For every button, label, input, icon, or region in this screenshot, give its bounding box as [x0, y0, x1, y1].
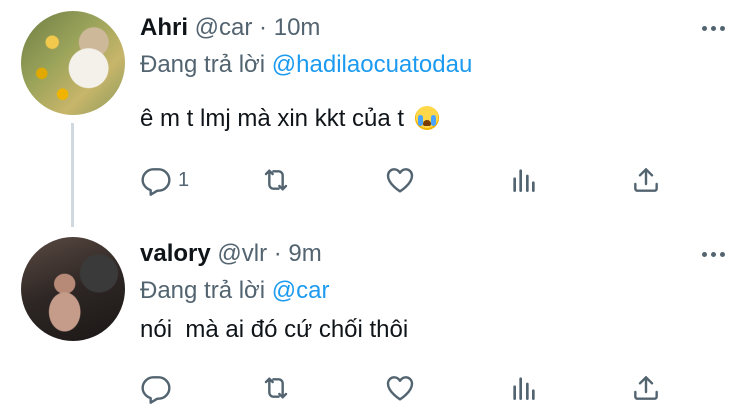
tweet-text: ê m t lmj mà xin kkt của t — [140, 103, 439, 135]
reply-icon — [141, 376, 171, 404]
more-icon[interactable] — [702, 26, 725, 31]
tweet-header: valory @vlr · 9m — [140, 238, 322, 270]
like-button[interactable] — [384, 164, 416, 196]
reply-button[interactable] — [140, 372, 178, 404]
avatar[interactable] — [21, 237, 125, 341]
retweet-button[interactable] — [260, 164, 292, 196]
replying-mention[interactable]: @hadilaocuatodau — [272, 51, 473, 78]
handle[interactable]: @vlr — [217, 240, 267, 267]
views-button[interactable] — [508, 372, 540, 404]
timestamp[interactable]: 10m — [274, 14, 321, 41]
action-bar: 1 — [140, 164, 660, 196]
loudly-crying-face-icon — [414, 106, 439, 130]
views-button[interactable] — [508, 164, 540, 196]
more-icon[interactable] — [702, 252, 725, 257]
separator: · — [273, 240, 282, 267]
retweet-button[interactable] — [260, 372, 292, 404]
share-button[interactable] — [630, 372, 662, 404]
tweet[interactable]: valory @vlr · 9m Đang trả lời @car nói m… — [0, 226, 750, 416]
replying-to: Đang trả lời @hadilaocuatodau — [140, 49, 472, 81]
replying-to: Đang trả lời @car — [140, 275, 330, 307]
retweet-icon — [264, 377, 288, 399]
like-icon — [386, 376, 414, 401]
replying-prefix: Đang trả lời — [140, 277, 266, 304]
display-name[interactable]: Ahri — [140, 14, 188, 41]
share-icon — [634, 376, 658, 400]
replying-mention[interactable]: @car — [272, 277, 330, 304]
timestamp[interactable]: 9m — [288, 240, 321, 267]
like-icon — [386, 168, 414, 193]
reply-icon — [141, 168, 171, 196]
replying-prefix: Đang trả lời — [140, 51, 266, 78]
views-icon — [513, 377, 535, 400]
tweet-header: Ahri @car · 10m — [140, 12, 320, 44]
separator: · — [259, 14, 268, 41]
reply-button[interactable]: 1 — [140, 164, 189, 196]
avatar[interactable] — [21, 11, 125, 115]
tweet-text: nói mà ai đó cứ chối thôi — [140, 314, 408, 346]
like-button[interactable] — [384, 372, 416, 404]
handle[interactable]: @car — [195, 14, 253, 41]
thread-line — [71, 123, 74, 227]
views-icon — [513, 169, 535, 192]
action-bar — [140, 372, 660, 404]
reply-count: 1 — [178, 168, 190, 191]
tweet-text-content: nói mà ai đó cứ chối thôi — [140, 316, 409, 343]
share-button[interactable] — [630, 164, 662, 196]
share-icon — [634, 168, 658, 192]
retweet-icon — [264, 169, 288, 191]
display-name[interactable]: valory — [140, 240, 211, 267]
tweet-text-content: ê m t lmj mà xin kkt của t — [140, 105, 405, 132]
tweet[interactable]: Ahri @car · 10m Đang trả lời @hadilaocua… — [0, 0, 750, 227]
